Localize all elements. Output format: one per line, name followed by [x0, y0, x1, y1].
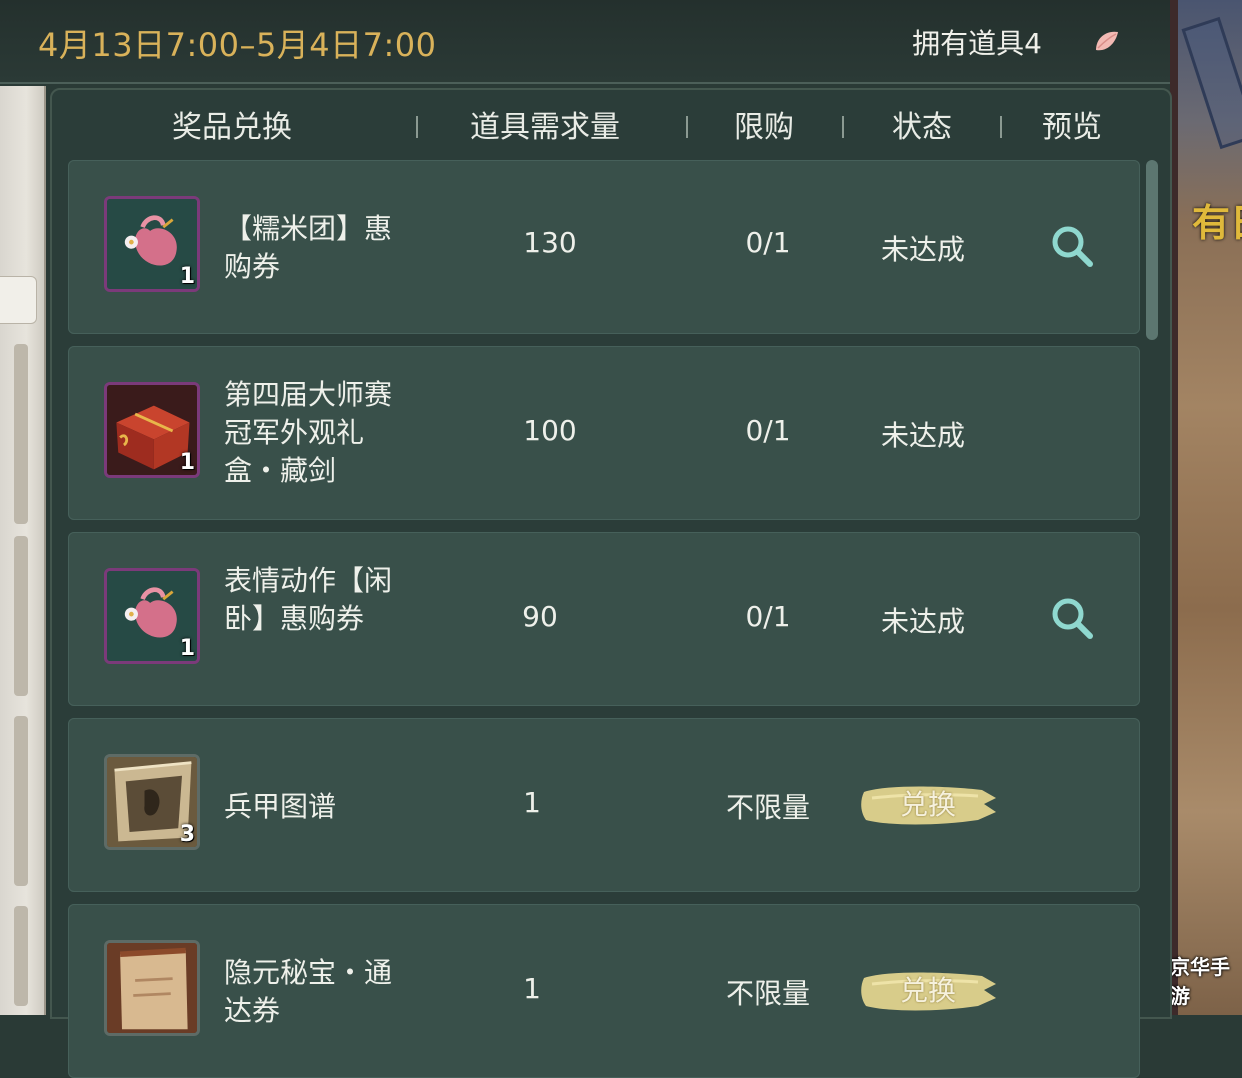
watermark: 京华手游	[1170, 955, 1230, 1008]
item-name: 兵甲图谱	[224, 790, 337, 823]
event-date-range: 4月13日7:00–5月4日7:00	[38, 26, 437, 64]
purchase-limit: 不限量	[725, 791, 810, 824]
item-quantity: 1	[179, 264, 195, 289]
petal-icon	[1096, 31, 1118, 51]
item-name: 表情动作【闲卧】惠购券	[224, 564, 393, 635]
side-scroll-track	[14, 716, 28, 886]
exchange-button-label: 兑换	[899, 788, 956, 821]
required-amount: 1	[523, 972, 541, 1005]
purchase-limit: 0/1	[745, 600, 791, 633]
table-header: 奖品兑换 道具需求量 限购 状态 预览	[52, 90, 1170, 156]
item-name: 【糯米团】惠购券	[224, 212, 393, 283]
exchange-button[interactable]: 兑换	[858, 782, 998, 828]
header-divider	[416, 116, 418, 138]
status-text: 未达成	[880, 233, 965, 266]
list-scrollbar[interactable]	[1146, 160, 1158, 340]
required-amount: 130	[523, 226, 577, 259]
purchase-limit: 不限量	[725, 977, 810, 1010]
item-quantity: 1	[179, 450, 195, 475]
background-frame	[1181, 16, 1242, 150]
required-amount: 100	[523, 414, 577, 447]
background-art: 有日 京华手游	[1170, 0, 1242, 1015]
purchase-limit: 0/1	[745, 414, 791, 447]
item-quantity: 1	[179, 636, 195, 661]
header-required: 道具需求量	[470, 110, 620, 145]
status-text: 未达成	[880, 605, 965, 638]
required-amount: 90	[522, 600, 558, 633]
status-text: 未达成	[880, 419, 965, 452]
item-name: 隐元秘宝・通达券	[224, 956, 393, 1027]
reward-list: 1 【糯米团】惠购券 130 0/1 未达成 1 第四届大师赛冠军外观礼盒・藏剑…	[68, 160, 1140, 1078]
pink-pouch-icon[interactable]: 1	[104, 196, 200, 292]
item-name: 第四届大师赛冠军外观礼盒・藏剑	[224, 378, 393, 487]
red-gift-box-icon[interactable]: 1	[104, 382, 200, 478]
pink-pouch-icon[interactable]: 1	[104, 568, 200, 664]
side-tab[interactable]	[0, 276, 37, 324]
table-row: 隐元秘宝・通达券 1 不限量 兑换	[68, 904, 1140, 1078]
required-amount: 1	[523, 786, 541, 819]
item-quantity: 3	[179, 822, 195, 847]
side-scroll-track	[14, 906, 28, 1006]
scroll-map-icon[interactable]: 3	[104, 754, 200, 850]
side-scroll-track	[14, 536, 28, 696]
header-reward: 奖品兑换	[172, 110, 292, 145]
table-row: 1 第四届大师赛冠军外观礼盒・藏剑 100 0/1 未达成	[68, 346, 1140, 520]
left-side-panel	[0, 86, 46, 1015]
table-row: 1 【糯米团】惠购券 130 0/1 未达成	[68, 160, 1140, 334]
owned-item-count: 拥有道具4	[912, 27, 1042, 60]
search-icon[interactable]	[1048, 594, 1098, 644]
exchange-panel: 奖品兑换 道具需求量 限购 状态 预览 1 【糯米团】惠购券 130 0/1 未…	[50, 88, 1172, 1078]
paper-scroll-icon[interactable]	[104, 940, 200, 1036]
header-limit: 限购	[734, 110, 794, 145]
table-row: 3 兵甲图谱 1 不限量 兑换	[68, 718, 1140, 892]
header-divider	[842, 116, 844, 138]
header-divider	[1000, 116, 1002, 138]
table-row: 1 表情动作【闲卧】惠购券 90 0/1 未达成	[68, 532, 1140, 706]
exchange-button[interactable]: 兑换	[858, 968, 998, 1014]
purchase-limit: 0/1	[745, 226, 791, 259]
header-divider	[686, 116, 688, 138]
exchange-button-label: 兑换	[899, 974, 956, 1007]
header-preview: 预览	[1042, 110, 1102, 145]
background-glyph: 有日	[1192, 201, 1242, 245]
search-icon[interactable]	[1048, 222, 1098, 272]
top-bar: 4月13日7:00–5月4日7:00 拥有道具4	[0, 0, 1170, 84]
header-status: 状态	[892, 110, 952, 145]
side-scroll-track	[14, 344, 28, 524]
